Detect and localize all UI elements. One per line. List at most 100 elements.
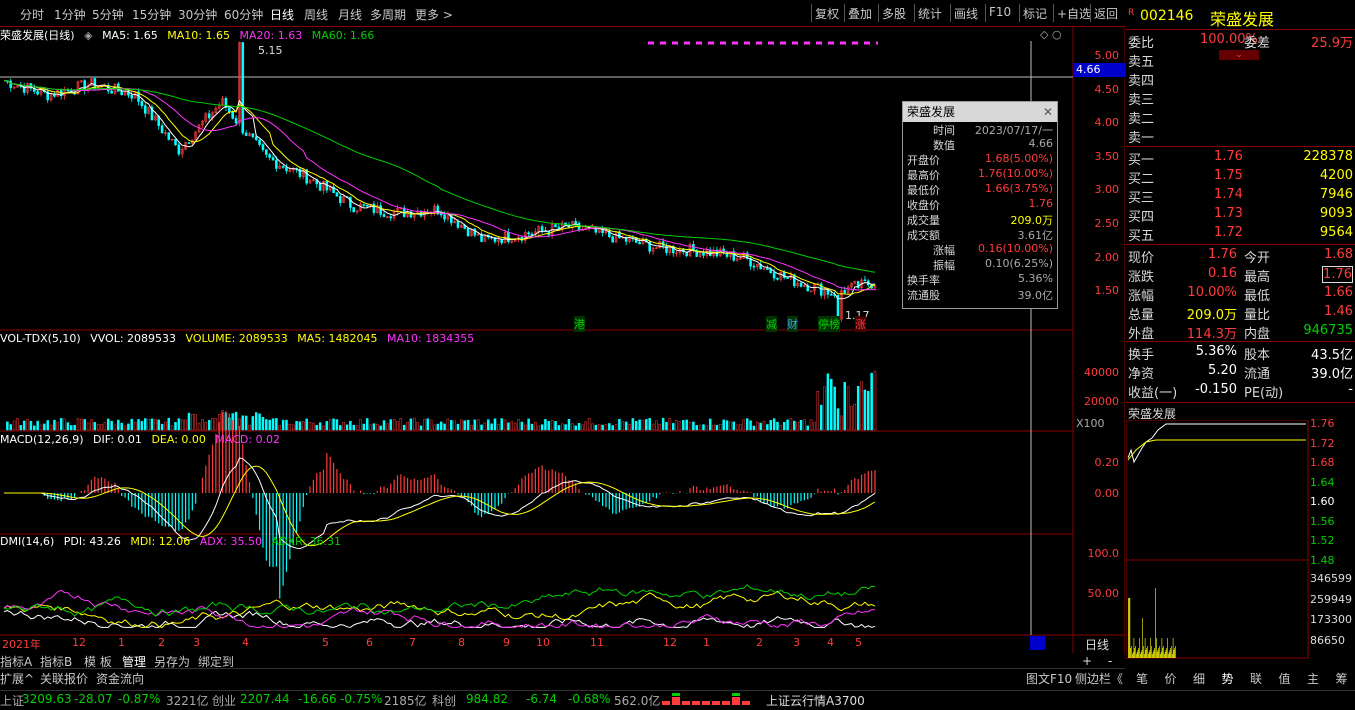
macd-dea: DEA: 0.00 [151,433,206,446]
bottom-tab2-0[interactable]: 扩展^ [0,670,34,686]
quote-label: 涨幅 [1128,289,1155,304]
right-tab-3[interactable]: 势 [1222,670,1234,687]
period-tab-2[interactable]: 5分钟 [92,6,124,23]
zoom-out-icon[interactable]: - [1108,654,1112,668]
right-tab-4[interactable]: 联 [1250,670,1262,687]
toolbar-6[interactable]: 标记 [1023,5,1047,22]
bottom-tab-4[interactable]: 另存为 [154,653,190,669]
toolbar-3[interactable]: 统计 [918,5,942,22]
event-marker[interactable]: 港 [574,316,585,332]
ma10-value: MA10: 1.65 [167,29,230,42]
sh-index: 3209.63 [22,692,72,706]
f10-link[interactable]: 图文F10 [1026,670,1072,687]
right-tab-6[interactable]: 主 [1307,670,1319,687]
period-tab-8[interactable]: 月线 [338,6,362,23]
right-tab-1[interactable]: 价 [1165,670,1177,687]
tooltip-value: 4.66 [1028,137,1054,150]
status-bar: 上证 3209.63 -28.07 -0.87% 3221亿 创业 2207.4… [0,690,1355,709]
buy-row[interactable]: 买二 1.75 4200 [1126,168,1355,187]
right-tab-5[interactable]: 值 [1279,670,1291,687]
event-marker[interactable]: 财 [787,316,798,332]
buy-row[interactable]: 买五 1.72 9564 [1126,225,1355,244]
settings-icon[interactable]: ◈ [84,29,92,42]
data-tooltip: 荣盛发展 ✕ 时间 2023/07/17/一 数值 4.66 开盘价 1.68(5.00%… [902,101,1058,309]
expand-icon[interactable]: ◇ ○ [1040,28,1062,41]
sell-row: 卖一 [1126,127,1355,146]
quote-label: 总量 [1128,308,1155,323]
quote-label2: 最低 [1244,289,1271,304]
cursor-price: 4.66 [1074,63,1126,77]
market-breadth-icon [662,693,758,710]
period-tab-1[interactable]: 1分钟 [54,6,86,23]
toolbar-8[interactable]: 返回 [1094,5,1118,22]
toolbar-4[interactable]: 画线 [954,5,978,22]
quote-row: 外盘 114.3万 内盘 946735 [1126,323,1355,342]
bottom-tab2-2[interactable]: 资金流向 [96,670,144,686]
tooltip-row: 成交额 3.61亿 [903,227,1057,242]
x-axis-label: 8 [458,636,465,649]
price-tick: 4.00 [1094,116,1120,130]
bottom-tab-0[interactable]: 指标A [0,653,32,669]
kc-index: 984.82 [466,692,508,706]
tooltip-row: 时间 2023/07/17/一 [903,122,1057,137]
main-title: 荣盛发展(日线) [0,29,75,42]
tooltip-value: 1.68(5.00%) [984,152,1053,165]
toolbar-sep [811,4,812,22]
mini-price-tick: 1.60 [1310,495,1335,508]
stat-label: 换手 [1128,348,1155,363]
period-tab-6[interactable]: 日线 [270,6,294,23]
event-marker[interactable]: 涨 [855,316,866,332]
bottom-tab-5[interactable]: 绑定到 [198,653,234,669]
buy-volume: 228378 [1303,149,1353,164]
period-tab-10[interactable]: 更多 > [415,6,453,23]
buy-row[interactable]: 买四 1.73 9093 [1126,206,1355,225]
period-tab-5[interactable]: 60分钟 [224,6,263,23]
vol-unit: X100 [1076,417,1105,430]
zoom-in-icon[interactable]: + [1082,654,1092,668]
event-marker[interactable]: 减 [766,316,777,332]
bottom-tab-1[interactable]: 指标B [40,653,72,669]
toolbar-sep [914,4,915,22]
buy-row[interactable]: 买一 1.76 228378 [1126,149,1355,168]
mini-vol-tick: 173300 [1310,613,1352,626]
bottom-tab2-1[interactable]: 关联报价 [40,670,88,686]
tooltip-key: 最高价 [907,169,940,182]
kc-change: -6.74 [526,692,558,706]
sidebar-toggle[interactable]: 侧边栏《 [1075,670,1123,687]
toolbar-0[interactable]: 复权 [815,5,839,22]
buy-price: 1.72 [1214,225,1243,240]
sell-row: 卖二 [1126,108,1355,127]
close-icon[interactable]: ✕ [1043,102,1053,122]
toolbar-5[interactable]: F10 [989,5,1011,19]
tooltip-row: 最高价 1.76(10.00%) [903,167,1057,182]
cy-index: 2207.44 [240,692,290,706]
period-tab-0[interactable]: 分时 [20,6,44,23]
buy-row[interactable]: 买三 1.74 7946 [1126,187,1355,206]
quote-value2: 946735 [1303,323,1353,338]
right-tab-7[interactable]: 筹 [1336,670,1348,687]
cloud-quote[interactable]: 上证云行情A3700 [766,692,865,709]
period-tab-9[interactable]: 多周期 [370,6,406,23]
tooltip-key: 换手率 [907,274,940,287]
price-tick: 2.00 [1094,250,1120,264]
bottom-tab-3[interactable]: 管理 [122,653,146,669]
stat-label2: 股本 [1244,348,1271,363]
event-marker[interactable]: 停榜 [818,316,840,332]
period-tab-4[interactable]: 30分钟 [178,6,217,23]
period-tab-7[interactable]: 周线 [304,6,328,23]
right-tab-2[interactable]: 细 [1193,670,1205,687]
bottom-tab-2[interactable]: 模 板 [84,653,112,669]
macd-legend: MACD(12,26,9) DIF: 0.01 DEA: 0.00 MACD: … [0,433,286,446]
buy-price: 1.75 [1214,168,1243,183]
period-tab-3[interactable]: 15分钟 [132,6,171,23]
stat-value: 5.20 [1208,363,1237,378]
toolbar-1[interactable]: 叠加 [848,5,872,22]
quote-label: 现价 [1128,251,1155,266]
toolbar-7[interactable]: +自选 [1057,5,1091,22]
right-tab-0[interactable]: 笔 [1136,670,1148,687]
x-axis-label: 2021年 [2,638,41,651]
toolbar-2[interactable]: 多股 [882,5,906,22]
vol-volume: VOLUME: 2089533 [185,332,288,345]
sell-row: 卖三 [1126,89,1355,108]
quote-label2: 今开 [1244,251,1271,266]
